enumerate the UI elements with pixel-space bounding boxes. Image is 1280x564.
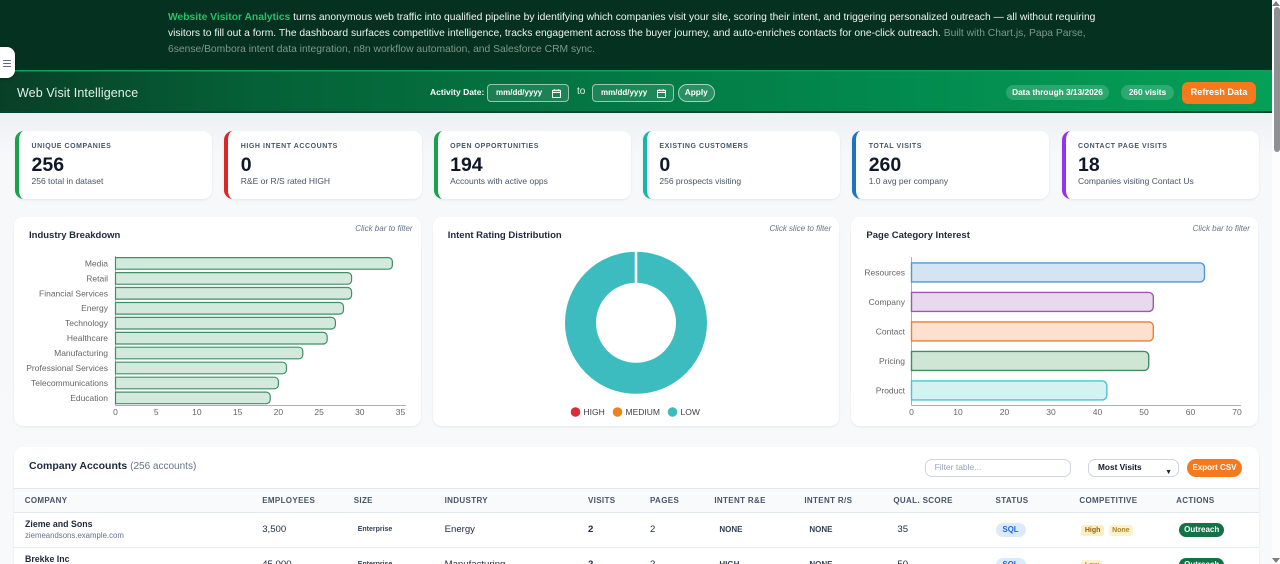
- svg-text:Pricing: Pricing: [879, 356, 905, 366]
- svg-text:70: 70: [1233, 407, 1243, 417]
- svg-text:35: 35: [396, 407, 406, 417]
- svg-text:25: 25: [314, 407, 324, 417]
- svg-text:0: 0: [113, 407, 118, 417]
- svg-text:15: 15: [233, 407, 243, 417]
- svg-text:Financial Services: Financial Services: [39, 288, 108, 298]
- svg-text:MEDIUM: MEDIUM: [625, 407, 659, 417]
- svg-text:Manufacturing: Manufacturing: [54, 348, 108, 358]
- svg-text:Healthcare: Healthcare: [67, 333, 108, 343]
- svg-text:20: 20: [274, 407, 284, 417]
- svg-text:Technology: Technology: [65, 318, 109, 328]
- svg-text:Energy: Energy: [81, 303, 109, 313]
- svg-text:Professional Services: Professional Services: [26, 363, 108, 373]
- svg-text:Telecommunications: Telecommunications: [31, 378, 108, 388]
- svg-text:LOW: LOW: [680, 407, 699, 417]
- svg-text:60: 60: [1186, 407, 1196, 417]
- svg-text:Resources: Resources: [865, 267, 906, 277]
- svg-text:Education: Education: [70, 393, 108, 403]
- svg-text:Product: Product: [876, 385, 906, 395]
- svg-text:30: 30: [1047, 407, 1057, 417]
- svg-text:50: 50: [1140, 407, 1150, 417]
- svg-text:Company: Company: [869, 297, 906, 307]
- svg-text:5: 5: [154, 407, 159, 417]
- svg-text:Contact: Contact: [876, 326, 906, 336]
- svg-text:10: 10: [192, 407, 202, 417]
- svg-text:20: 20: [1000, 407, 1010, 417]
- svg-text:0: 0: [910, 407, 915, 417]
- svg-text:HIGH: HIGH: [583, 407, 604, 417]
- svg-text:40: 40: [1093, 407, 1103, 417]
- svg-text:Media: Media: [85, 258, 108, 268]
- svg-text:10: 10: [954, 407, 964, 417]
- svg-text:30: 30: [355, 407, 365, 417]
- svg-text:Retail: Retail: [86, 273, 108, 283]
